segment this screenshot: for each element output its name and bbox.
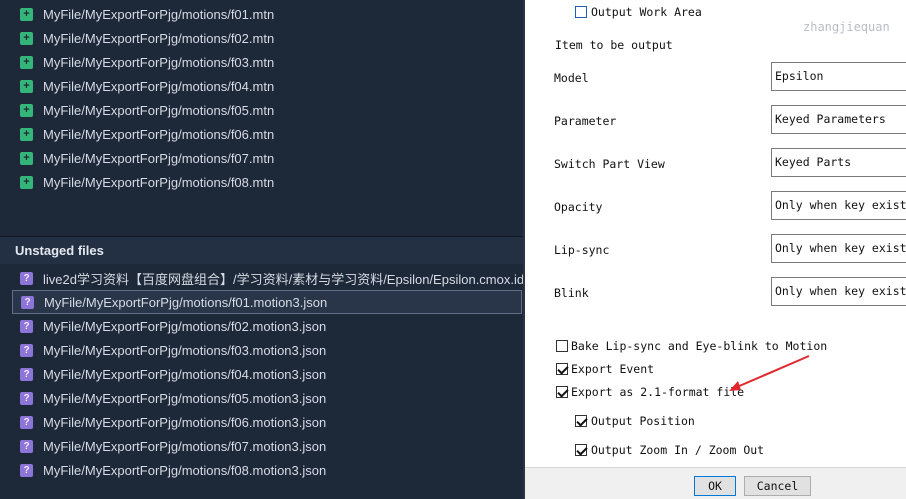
question-icon: ?	[20, 415, 33, 429]
file-path: MyFile/MyExportForPjg/motions/f03.motion…	[43, 342, 327, 358]
unstaged-file-row[interactable]: ? live2d学习资料【百度网盘组合】/学习资料/素材与学习资料/Epsilon…	[12, 266, 523, 290]
plus-icon: +	[20, 175, 33, 189]
unstaged-file-row-selected[interactable]: ? MyFile/MyExportForPjg/motions/f01.motio…	[12, 290, 522, 314]
staged-file-row[interactable]: + MyFile/MyExportForPjg/motions/f02.mtn	[12, 26, 522, 50]
plus-icon: +	[20, 151, 33, 165]
unstaged-file-row[interactable]: ? MyFile/MyExportForPjg/motions/f04.motio…	[12, 362, 522, 386]
plus-icon: +	[20, 7, 33, 21]
staged-file-row[interactable]: + MyFile/MyExportForPjg/motions/f01.mtn	[12, 2, 522, 26]
git-file-panel: + MyFile/MyExportForPjg/motions/f01.mtn +…	[0, 0, 523, 499]
annotation-arrow-icon	[729, 355, 810, 391]
plus-icon: +	[20, 55, 33, 69]
cancel-button[interactable]: Cancel	[744, 476, 811, 496]
file-path: MyFile/MyExportForPjg/motions/f04.motion…	[43, 366, 327, 382]
question-icon: ?	[20, 271, 33, 285]
file-path: MyFile/MyExportForPjg/motions/f07.mtn	[43, 150, 275, 166]
file-path: MyFile/MyExportForPjg/motions/f01.motion…	[44, 294, 328, 310]
unstaged-file-row[interactable]: ? MyFile/MyExportForPjg/motions/f07.motio…	[12, 434, 522, 458]
unstaged-file-row[interactable]: ? MyFile/MyExportForPjg/motions/f05.motio…	[12, 386, 522, 410]
file-path: MyFile/MyExportForPjg/motions/f06.mtn	[43, 126, 275, 142]
dialog-footer: OK Cancel	[525, 467, 906, 499]
question-icon: ?	[20, 343, 33, 357]
staged-file-row[interactable]: + MyFile/MyExportForPjg/motions/f08.mtn	[12, 170, 522, 194]
ok-button[interactable]: OK	[694, 476, 736, 496]
question-icon: ?	[20, 439, 33, 453]
unstaged-file-row[interactable]: ? MyFile/MyExportForPjg/motions/f03.motio…	[12, 338, 522, 362]
file-path: MyFile/MyExportForPjg/motions/f07.motion…	[43, 438, 327, 454]
staged-file-row[interactable]: + MyFile/MyExportForPjg/motions/f06.mtn	[12, 122, 522, 146]
staged-file-row[interactable]: + MyFile/MyExportForPjg/motions/f07.mtn	[12, 146, 522, 170]
file-path: MyFile/MyExportForPjg/motions/f05.motion…	[43, 390, 327, 406]
file-path: MyFile/MyExportForPjg/motions/f02.mtn	[43, 30, 275, 46]
question-icon: ?	[20, 319, 33, 333]
plus-icon: +	[20, 127, 33, 141]
unstaged-file-row[interactable]: ? MyFile/MyExportForPjg/motions/f06.motio…	[12, 410, 522, 434]
question-icon: ?	[20, 463, 33, 477]
staged-files-list: + MyFile/MyExportForPjg/motions/f01.mtn +…	[0, 0, 523, 236]
file-path: live2d学习资料【百度网盘组合】/学习资料/素材与学习资料/Epsilon/…	[43, 271, 523, 287]
plus-icon: +	[20, 103, 33, 117]
question-icon: ?	[21, 295, 34, 309]
staged-file-row[interactable]: + MyFile/MyExportForPjg/motions/f04.mtn	[12, 74, 522, 98]
question-icon: ?	[20, 367, 33, 381]
export-settings-dialog: zhangjiequan Output Work Area Item to be…	[525, 0, 906, 499]
file-path: MyFile/MyExportForPjg/motions/f03.mtn	[43, 54, 275, 70]
unstaged-file-row[interactable]: ? MyFile/MyExportForPjg/motions/f08.motio…	[12, 458, 522, 482]
file-path: MyFile/MyExportForPjg/motions/f08.motion…	[43, 462, 327, 478]
plus-icon: +	[20, 31, 33, 45]
question-icon: ?	[20, 391, 33, 405]
file-path: MyFile/MyExportForPjg/motions/f04.mtn	[43, 78, 275, 94]
file-path: MyFile/MyExportForPjg/motions/f06.motion…	[43, 414, 327, 430]
unstaged-files-header[interactable]: Unstaged files	[0, 236, 523, 264]
staged-file-row[interactable]: + MyFile/MyExportForPjg/motions/f05.mtn	[12, 98, 522, 122]
staged-file-row[interactable]: + MyFile/MyExportForPjg/motions/f03.mtn	[12, 50, 522, 74]
file-path: MyFile/MyExportForPjg/motions/f02.motion…	[43, 318, 327, 334]
plus-icon: +	[20, 79, 33, 93]
file-path: MyFile/MyExportForPjg/motions/f08.mtn	[43, 174, 275, 190]
file-path: MyFile/MyExportForPjg/motions/f01.mtn	[43, 6, 275, 22]
file-path: MyFile/MyExportForPjg/motions/f05.mtn	[43, 102, 275, 118]
unstaged-file-row[interactable]: ? MyFile/MyExportForPjg/motions/f02.motio…	[12, 314, 522, 338]
